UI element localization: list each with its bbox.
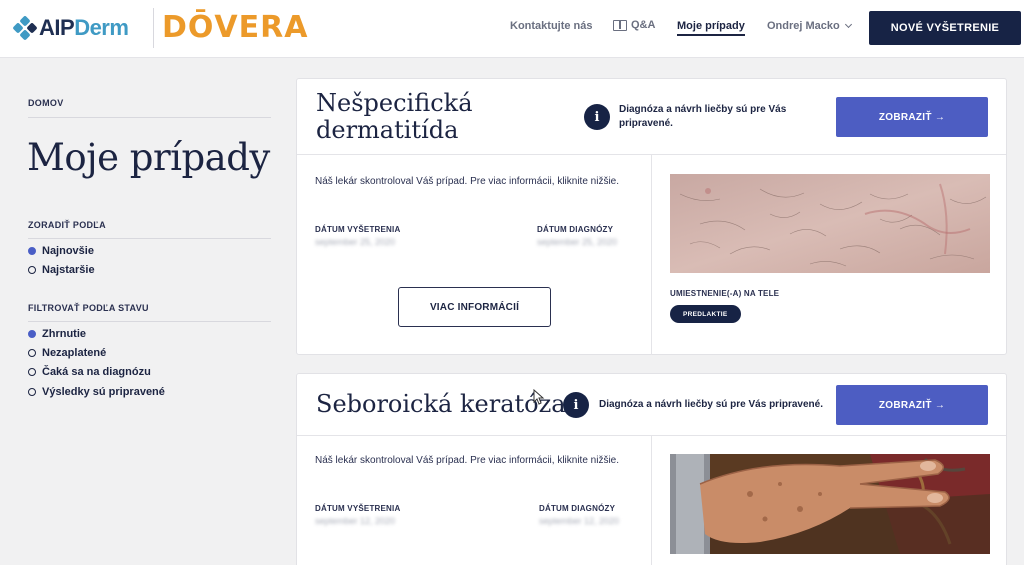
diagnosis-date-label: DÁTUM DIAGNÓZY — [537, 225, 614, 234]
review-text: Náš lekár skontroloval Váš prípad. Pre v… — [315, 455, 620, 466]
filter-option-label: Čaká sa na diagnózu — [42, 366, 151, 378]
sort-heading: ZORADIŤ PODĽA — [28, 220, 106, 230]
radio-icon — [28, 349, 36, 357]
nav-qa-label: Q&A — [631, 19, 656, 31]
exam-date-label: DÁTUM VYŠETRENIA — [315, 504, 401, 513]
diagnosis-date-label: DÁTUM DIAGNÓZY — [539, 504, 616, 513]
skin-photo-hand[interactable] — [670, 454, 990, 554]
body-location-tag: PREDLAKTIE — [670, 305, 741, 323]
show-case-button[interactable]: ZOBRAZIŤ → — [836, 97, 988, 137]
user-menu[interactable]: Ondrej Macko — [767, 20, 852, 32]
top-header: AIPDerm DŌVERA Kontaktujte nás Q&A Moje … — [0, 0, 1024, 58]
chevron-down-icon — [844, 20, 852, 29]
skin-photo-image — [670, 174, 990, 273]
filter-option-awaiting-diagnosis[interactable]: Čaká sa na diagnózu — [28, 366, 151, 378]
divider — [651, 436, 652, 565]
radio-icon — [28, 388, 36, 396]
more-info-button[interactable]: VIAC INFORMÁCIÍ — [398, 287, 551, 327]
info-icon: i — [584, 104, 610, 130]
exam-date-value: september 12, 2020 — [315, 516, 396, 526]
show-case-button[interactable]: ZOBRAZIŤ → — [836, 385, 988, 425]
nav-contact[interactable]: Kontaktujte nás — [510, 20, 593, 32]
diagnosis-date-value: september 12, 2020 — [539, 516, 620, 526]
case-status-text: Diagnóza a návrh liečby sú pre Vás pripr… — [619, 104, 787, 129]
divider — [28, 238, 271, 239]
radio-selected-icon — [28, 330, 36, 338]
diagnosis-date-value: september 25, 2020 — [537, 237, 618, 247]
filter-option-label: Výsledky sú pripravené — [42, 386, 165, 398]
breadcrumb[interactable]: DOMOV — [28, 98, 64, 108]
radio-icon — [28, 266, 36, 274]
sort-option-oldest[interactable]: Najstaršie — [28, 264, 95, 276]
case-card: Nešpecifická dermatitída i Diagnóza a ná… — [296, 78, 1007, 355]
page-title: Moje prípady — [27, 136, 270, 179]
aipderm-logo[interactable]: AIPDerm — [12, 14, 129, 42]
divider — [28, 321, 271, 322]
filter-option-label: Nezaplatené — [42, 347, 107, 359]
case-card: Seboroická keratóza i Diagnóza a návrh l… — [296, 373, 1007, 565]
skin-photo-image — [670, 454, 990, 554]
sort-option-label: Najnovšie — [42, 245, 94, 257]
dovera-logo[interactable]: DŌVERA — [162, 10, 308, 45]
radio-icon — [28, 368, 36, 376]
review-text: Náš lekár skontroloval Váš prípad. Pre v… — [315, 176, 620, 187]
nav-my-cases[interactable]: Moje prípady — [677, 20, 745, 36]
filter-option-label: Zhrnutie — [42, 328, 86, 340]
case-title: Seboroická keratóza — [316, 390, 566, 418]
new-exam-button[interactable]: NOVÉ VYŠETRENIE — [869, 11, 1021, 45]
filter-option-unpaid[interactable]: Nezaplatené — [28, 347, 106, 359]
user-name: Ondrej Macko — [767, 20, 840, 32]
book-icon — [613, 19, 627, 31]
case-status-text: Diagnóza a návrh liečby sú pre Vás pripr… — [599, 399, 823, 410]
filter-option-results-ready[interactable]: Výsledky sú pripravené — [28, 386, 165, 398]
radio-selected-icon — [28, 247, 36, 255]
nav-qa[interactable]: Q&A — [613, 19, 655, 31]
mouse-cursor-icon — [533, 389, 545, 405]
divider — [651, 155, 652, 355]
filter-heading: FILTROVAŤ PODĽA STAVU — [28, 303, 149, 313]
body-location-label: UMIESTNENIE(-A) NA TELE — [670, 289, 780, 298]
exam-date-label: DÁTUM VYŠETRENIA — [315, 225, 401, 234]
aipderm-logo-text: AIPDerm — [39, 15, 129, 40]
exam-date-value: september 25, 2020 — [315, 237, 396, 247]
info-icon: i — [563, 392, 589, 418]
sort-option-newest[interactable]: Najnovšie — [28, 245, 94, 257]
aipderm-logo-mark-icon — [12, 15, 38, 41]
divider — [28, 117, 271, 118]
case-title: Nešpecifická dermatitída — [316, 89, 473, 144]
logo-divider — [153, 8, 154, 48]
sort-option-label: Najstaršie — [42, 264, 95, 276]
skin-photo-forearm[interactable] — [670, 174, 990, 273]
filter-option-summary[interactable]: Zhrnutie — [28, 328, 86, 340]
